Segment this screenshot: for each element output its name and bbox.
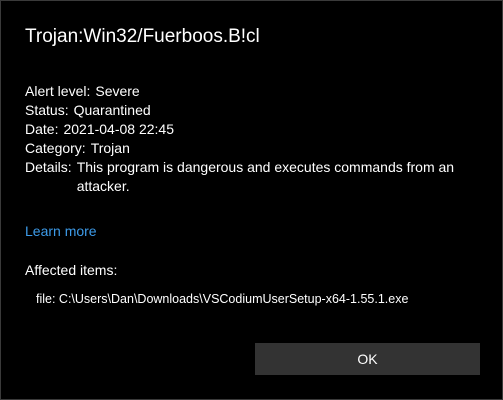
detail-row-category: Category: Trojan [25,139,485,158]
detail-key: Details: [25,159,72,175]
ok-button[interactable]: OK [255,343,480,375]
detail-value: Severe [95,83,140,99]
detail-value: This program is dangerous and executes c… [76,159,455,194]
detail-key: Alert level: [25,83,91,99]
learn-more-link[interactable]: Learn more [25,222,97,241]
detail-row-details: Details: This program is dangerous and e… [25,158,485,196]
detail-key: Status: [25,102,69,118]
detail-row-date: Date: 2021-04-08 22:45 [25,120,485,139]
detail-row-status: Status: Quarantined [25,101,485,120]
threat-details-list: Alert level: Severe Status: Quarantined … [25,82,485,196]
detail-row-alert-level: Alert level: Severe [25,82,485,101]
threat-name-title: Trojan:Win32/Fuerboos.B!cl [25,26,260,47]
detail-value: Quarantined [73,102,151,118]
detail-key: Category: [25,140,86,156]
affected-items-label: Affected items: [25,262,118,278]
threat-details-dialog: Trojan:Win32/Fuerboos.B!cl Alert level: … [0,0,503,400]
detail-key: Date: [25,121,59,137]
detail-value: 2021-04-08 22:45 [63,121,175,137]
detail-value: Trojan [90,140,130,156]
affected-item-path: file: C:\Users\Dan\Downloads\VSCodiumUse… [36,292,409,306]
